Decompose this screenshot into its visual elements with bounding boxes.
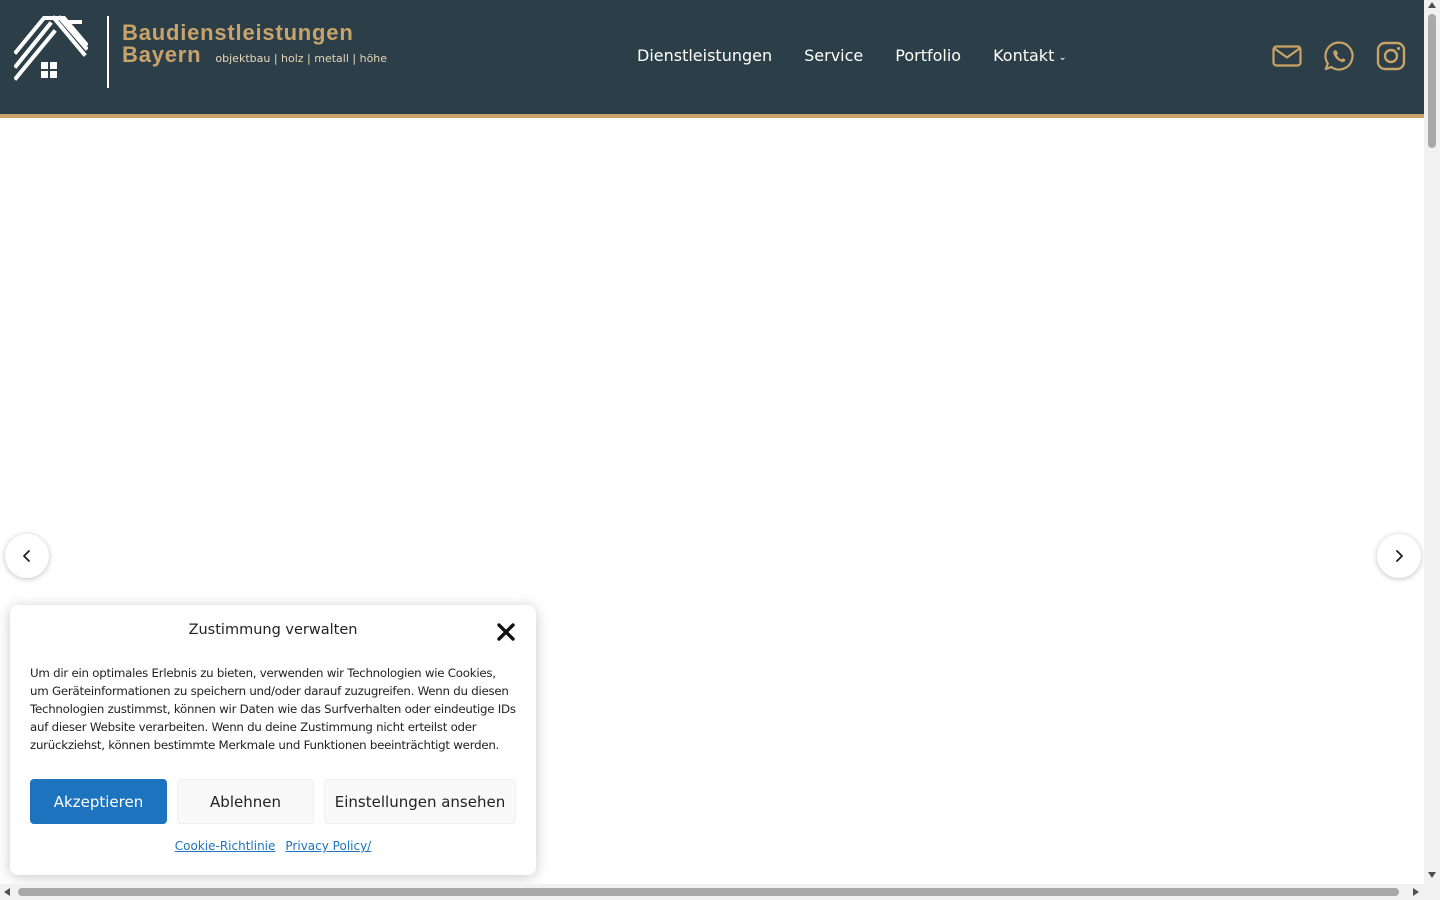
close-icon[interactable] xyxy=(496,622,516,642)
scroll-right-icon[interactable] xyxy=(1413,888,1419,896)
social-links xyxy=(1271,40,1407,72)
nav-item-label: Service xyxy=(804,46,864,65)
logo-divider xyxy=(107,16,109,88)
chevron-left-icon xyxy=(23,550,30,562)
chevron-right-icon xyxy=(1396,550,1403,562)
view-settings-button[interactable]: Einstellungen ansehen xyxy=(324,779,516,824)
cookie-dialog-text: Um dir ein optimales Erlebnis zu bieten,… xyxy=(30,666,516,752)
scroll-left-icon[interactable] xyxy=(4,888,10,896)
slider-prev-button[interactable] xyxy=(5,534,49,578)
vertical-scroll-thumb[interactable] xyxy=(1428,14,1436,148)
whatsapp-icon[interactable] xyxy=(1323,40,1355,72)
accept-button[interactable]: Akzeptieren xyxy=(30,779,167,824)
brand-name-line1: Baudienstleistungen xyxy=(122,20,354,45)
cookie-consent-dialog: Zustimmung verwalten Um dir ein optimale… xyxy=(10,605,536,875)
scroll-down-icon[interactable] xyxy=(1428,872,1436,878)
nav-item-label: Portfolio xyxy=(895,46,962,65)
nav-item-dienstleistungen[interactable]: Dienstleistungen xyxy=(637,44,772,71)
nav-item-portfolio[interactable]: Portfolio xyxy=(895,44,961,71)
slider-next-button[interactable] xyxy=(1377,534,1421,578)
nav-item-label: Dienstleistungen xyxy=(637,46,773,65)
privacy-policy-link[interactable]: Privacy Policy/ xyxy=(285,839,371,853)
brand-tagline: objektbau | holz | metall | höhe xyxy=(215,52,388,65)
horizontal-scrollbar[interactable] xyxy=(0,884,1424,900)
brand-text: Baudienstleistungen Bayern objektbau | h… xyxy=(122,22,387,66)
cookie-links: Cookie-Richtlinie Privacy Policy/ xyxy=(10,839,536,853)
vertical-scrollbar[interactable] xyxy=(1424,0,1440,900)
brand-name-line2: Bayern xyxy=(122,42,202,67)
horizontal-scroll-thumb[interactable] xyxy=(18,888,1399,896)
main-nav: Dienstleistungen Service Portfolio Konta… xyxy=(637,44,1067,71)
header-accent-line xyxy=(0,114,1424,118)
logo[interactable]: Baudienstleistungen Bayern objektbau | h… xyxy=(14,14,387,88)
scroll-up-icon[interactable] xyxy=(1428,2,1436,8)
chevron-down-icon: ⌄ xyxy=(1058,52,1067,63)
instagram-icon[interactable] xyxy=(1375,40,1407,72)
site-header: Baudienstleistungen Bayern objektbau | h… xyxy=(0,0,1424,115)
mail-icon[interactable] xyxy=(1271,40,1303,72)
logo-roof-icon xyxy=(14,15,88,81)
cookie-policy-link[interactable]: Cookie-Richtlinie xyxy=(175,839,276,853)
cookie-dialog-title: Zustimmung verwalten xyxy=(188,622,358,638)
nav-item-service[interactable]: Service xyxy=(804,44,863,71)
nav-item-kontakt[interactable]: Kontakt ⌄ xyxy=(993,44,1067,71)
nav-item-label: Kontakt xyxy=(993,46,1055,65)
deny-button[interactable]: Ablehnen xyxy=(177,779,314,824)
